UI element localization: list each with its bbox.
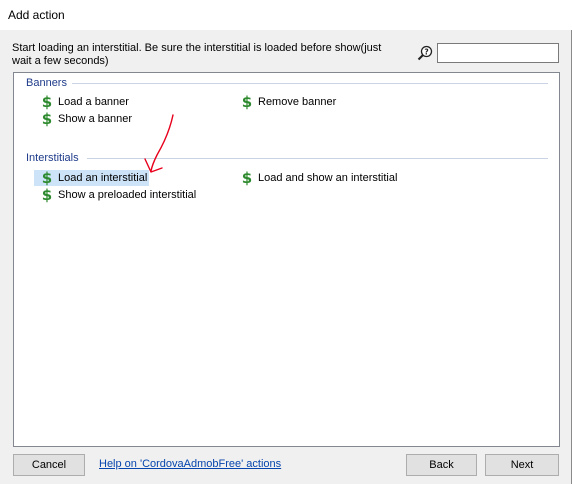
dollar-icon: $	[241, 93, 253, 111]
help-link[interactable]: Help on 'CordovaAdmobFree' actions	[99, 458, 281, 470]
action-load-and-show-an-interstitial[interactable]: $ Load and show an interstitial	[240, 170, 399, 186]
action-load-a-banner[interactable]: $ Load a banner	[40, 94, 131, 110]
action-show-a-banner[interactable]: $ Show a banner	[40, 111, 134, 127]
cancel-button[interactable]: Cancel	[13, 454, 85, 476]
group-divider-interstitials	[87, 158, 548, 159]
title-bar: Add action	[0, 0, 572, 30]
next-button[interactable]: Next	[485, 454, 559, 476]
group-divider-banners	[72, 83, 548, 84]
group-header-banners: Banners	[26, 77, 67, 89]
group-header-interstitials: Interstitials	[26, 152, 79, 164]
action-show-a-preloaded-interstitial[interactable]: $ Show a preloaded interstitial	[40, 187, 198, 203]
add-action-dialog: Add action Start loading an interstitial…	[0, 0, 572, 484]
search-help-icon[interactable]: ?	[417, 45, 433, 61]
annotation-arrow	[144, 114, 174, 173]
dialog-title: Add action	[8, 8, 65, 22]
action-description: Start loading an interstitial. Be sure t…	[12, 42, 382, 67]
dollar-icon: $	[41, 186, 53, 204]
action-label: Load a banner	[58, 95, 129, 108]
dollar-icon: $	[41, 93, 53, 111]
svg-text:?: ?	[424, 47, 428, 56]
action-remove-banner[interactable]: $ Remove banner	[240, 94, 338, 110]
action-load-an-interstitial[interactable]: $ Load an interstitial	[34, 169, 150, 187]
action-label: Show a preloaded interstitial	[58, 188, 197, 201]
dollar-icon: $	[41, 110, 53, 128]
actions-list-panel: Banners $ Load a banner $ Remove banner …	[13, 72, 560, 447]
dollar-icon: $	[241, 169, 253, 187]
action-label: Show a banner	[58, 112, 132, 125]
back-button[interactable]: Back	[406, 454, 477, 476]
action-label: Remove banner	[258, 95, 337, 108]
search-input[interactable]	[437, 43, 559, 63]
action-label: Load and show an interstitial	[258, 171, 398, 184]
dollar-icon: $	[41, 169, 53, 187]
action-label: Load an interstitial	[58, 171, 148, 184]
